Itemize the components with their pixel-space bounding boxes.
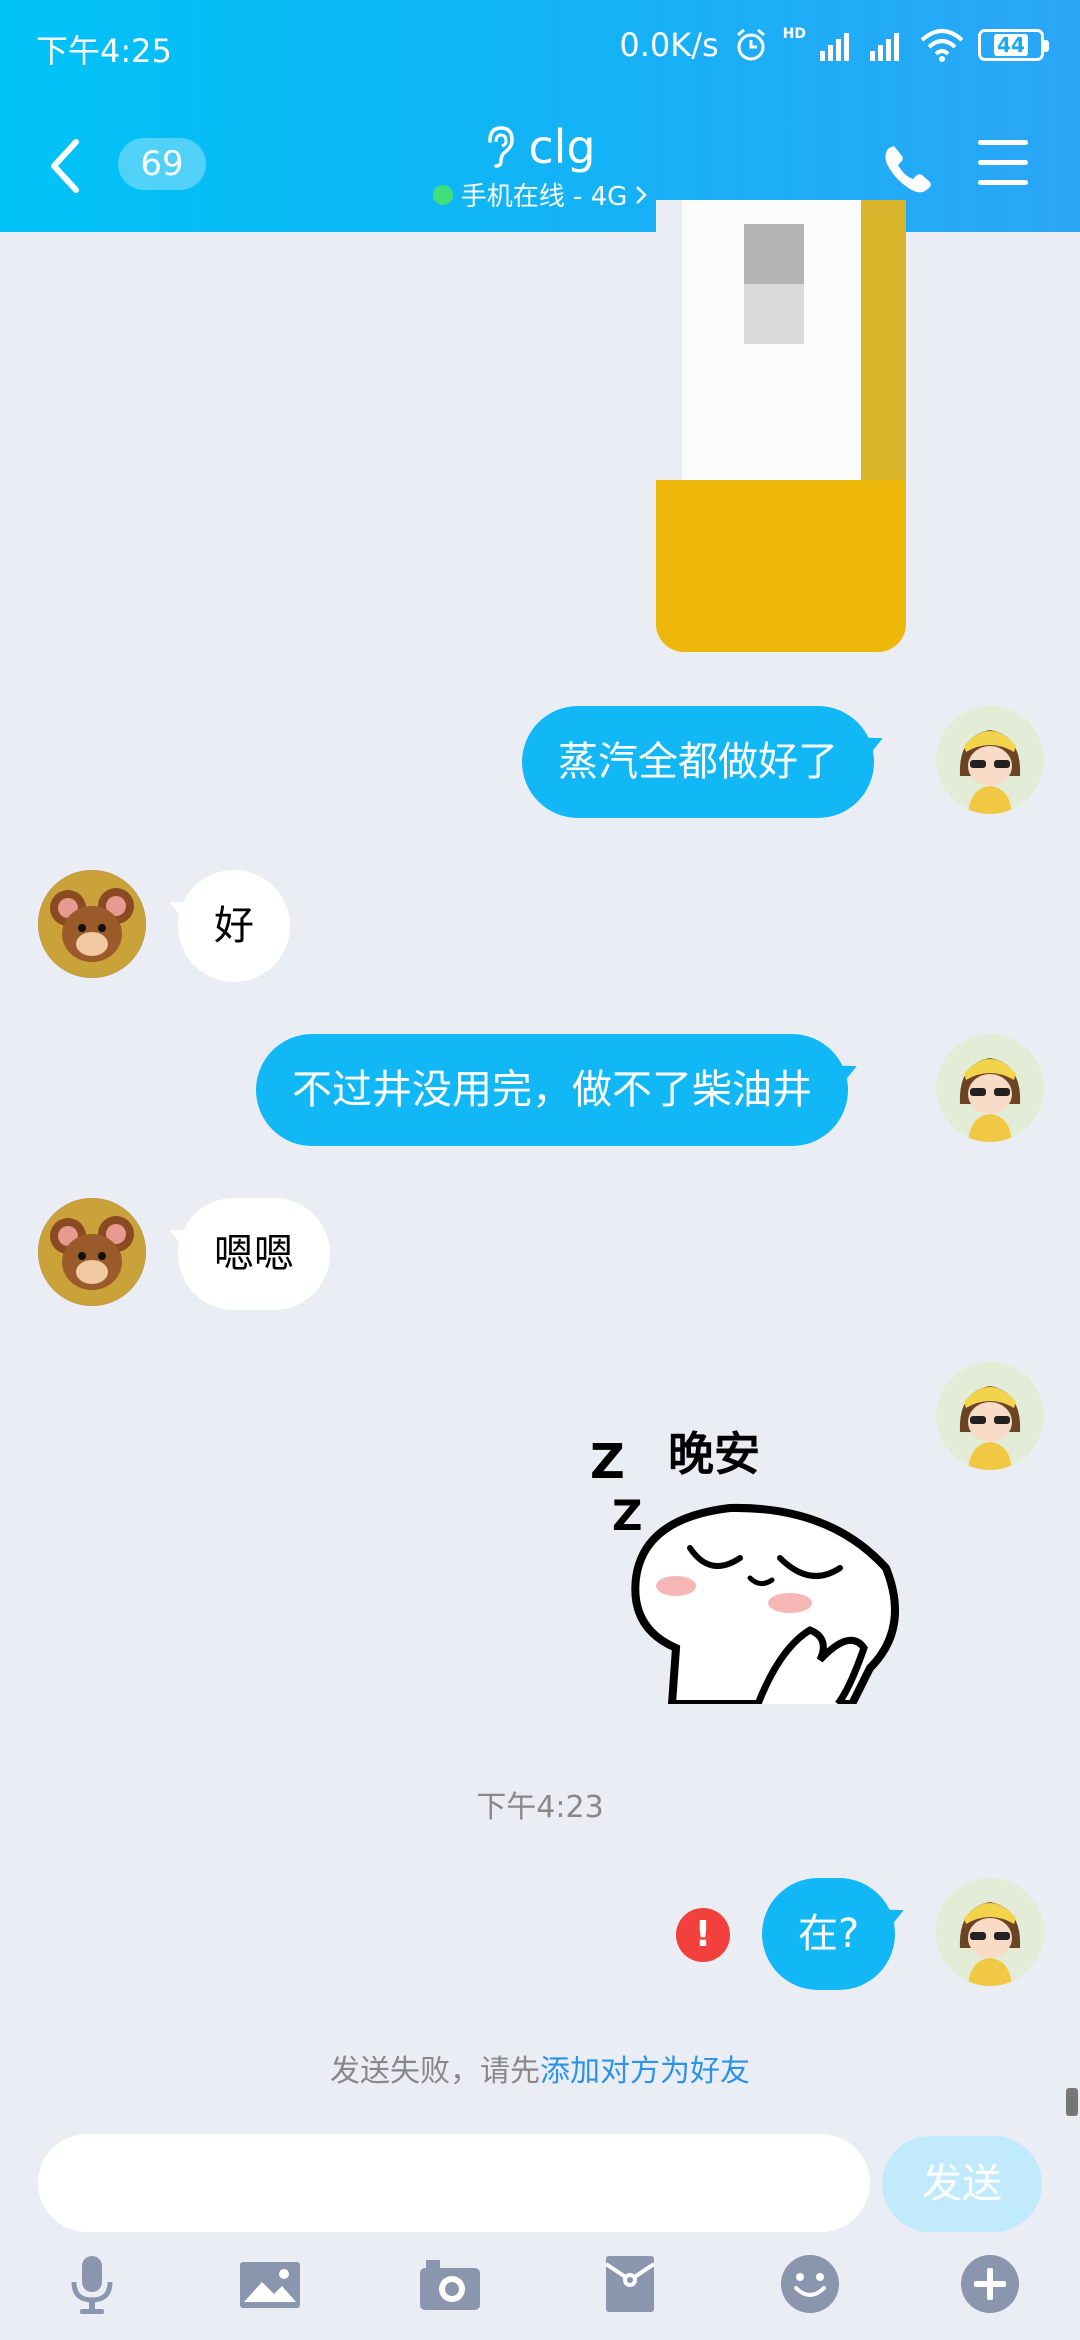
girl-avatar-icon <box>936 706 1044 814</box>
emoji-icon[interactable] <box>778 2252 842 2316</box>
camera-icon[interactable] <box>418 2252 482 2316</box>
outgoing-message-bubble[interactable]: 蒸汽全都做好了 <box>522 706 874 818</box>
status-indicators: 0.0K/s HD 44 <box>619 26 1049 64</box>
my-avatar[interactable] <box>936 706 1044 814</box>
battery-icon: 44 <box>978 29 1049 61</box>
girl-avatar-icon <box>936 1878 1044 1986</box>
status-bar: 下午4:25 0.0K/s HD 44 <box>36 26 1049 70</box>
wifi-icon <box>920 29 964 62</box>
contact-avatar[interactable] <box>38 870 146 978</box>
hd-badge: HD <box>782 26 806 42</box>
presence-status: 手机在线 - 4G <box>460 182 628 212</box>
image-message[interactable] <box>656 200 906 652</box>
online-dot-icon <box>432 184 453 205</box>
send-button[interactable]: 发送 <box>882 2136 1042 2232</box>
back-arrow-icon[interactable] <box>44 136 88 196</box>
input-toolbar <box>0 2252 1080 2332</box>
chat-header: 下午4:25 0.0K/s HD 44 69 clg 手机在线 - 4G <box>0 0 1080 232</box>
error-icon[interactable]: ! <box>676 1908 730 1962</box>
girl-avatar-icon <box>936 1034 1044 1142</box>
send-failed-notice: 发送失败，请先添加对方为好友 <box>0 2046 1080 2090</box>
scrollbar-handle[interactable] <box>1066 2088 1078 2116</box>
contact-avatar[interactable] <box>38 1198 146 1306</box>
nav-bar: 69 clg 手机在线 - 4G <box>0 120 1080 220</box>
fail-notice-text: 发送失败，请先 <box>330 2054 540 2089</box>
svg-text:Z: Z <box>590 1434 625 1490</box>
mouse-avatar-icon <box>38 870 146 978</box>
add-friend-link[interactable]: 添加对方为好友 <box>540 2054 750 2089</box>
ear-icon <box>488 126 515 168</box>
failed-message-bubble[interactable]: 在? <box>762 1878 896 1990</box>
phone-call-icon[interactable] <box>880 140 936 196</box>
plus-icon[interactable] <box>958 2252 1022 2316</box>
signal-icon-1 <box>820 33 849 61</box>
sleeping-sticker[interactable]: Z Z 晚安 <box>580 1398 900 1708</box>
menu-icon[interactable] <box>978 140 1028 188</box>
message-input[interactable] <box>38 2134 870 2232</box>
alarm-icon <box>736 28 765 61</box>
timestamp-separator: 下午4:23 <box>476 1790 604 1825</box>
signal-icon-2 <box>870 33 899 61</box>
svg-text:Z: Z <box>612 1491 642 1540</box>
mic-icon[interactable] <box>60 2252 124 2316</box>
sticker-caption: 晚安 <box>668 1427 760 1481</box>
my-avatar[interactable] <box>936 1878 1044 1986</box>
my-avatar[interactable] <box>936 1362 1044 1470</box>
incoming-message-bubble[interactable]: 好 <box>178 870 290 982</box>
my-avatar[interactable] <box>936 1034 1044 1142</box>
girl-avatar-icon <box>936 1362 1044 1470</box>
status-time: 下午4:25 <box>36 32 172 70</box>
mouse-avatar-icon <box>38 1198 146 1306</box>
network-speed: 0.0K/s <box>619 26 719 64</box>
red-packet-icon[interactable] <box>598 2252 662 2316</box>
contact-name: clg <box>528 120 596 174</box>
outgoing-message-bubble[interactable]: 不过井没用完，做不了柴油井 <box>256 1034 848 1146</box>
chevron-right-icon <box>636 185 648 204</box>
picture-icon[interactable] <box>238 2252 302 2316</box>
unread-badge[interactable]: 69 <box>118 138 206 190</box>
incoming-message-bubble[interactable]: 嗯嗯 <box>178 1198 330 1310</box>
